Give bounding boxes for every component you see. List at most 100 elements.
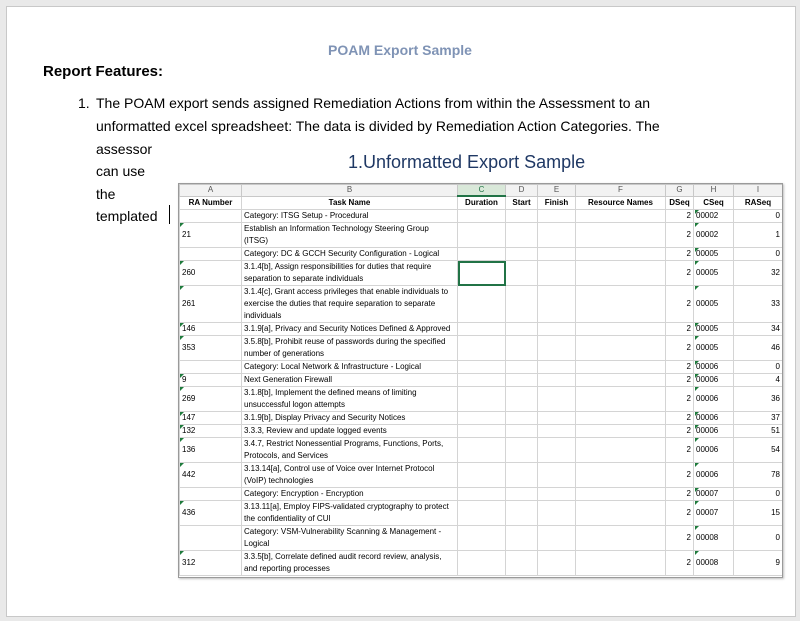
finish-cell[interactable] [537, 373, 576, 387]
duration-cell[interactable] [457, 500, 506, 526]
duration-cell[interactable] [457, 411, 506, 425]
resource-names-cell[interactable] [575, 222, 666, 248]
column-letter[interactable]: I [733, 184, 782, 197]
ra-number-cell[interactable]: 442 [179, 462, 242, 488]
ra-number-cell[interactable] [179, 209, 242, 223]
header-cell[interactable]: Start [505, 195, 538, 210]
start-cell[interactable] [505, 437, 538, 463]
header-cell[interactable]: Task Name [241, 195, 458, 210]
header-cell[interactable]: RASeq [733, 195, 782, 210]
finish-cell[interactable] [537, 550, 576, 576]
raseq-cell[interactable]: 4 [733, 373, 782, 387]
column-letter[interactable]: A [179, 184, 242, 197]
start-cell[interactable] [505, 285, 538, 323]
ra-number-cell[interactable]: 9 [179, 373, 242, 387]
start-cell[interactable] [505, 260, 538, 286]
finish-cell[interactable] [537, 487, 576, 501]
column-letter[interactable]: H [693, 184, 734, 197]
finish-cell[interactable] [537, 247, 576, 261]
finish-cell[interactable] [537, 209, 576, 223]
duration-cell[interactable] [457, 260, 506, 286]
resource-names-cell[interactable] [575, 335, 666, 361]
resource-names-cell[interactable] [575, 285, 666, 323]
cseq-cell[interactable]: 00007 [693, 500, 734, 526]
cseq-cell[interactable]: 00005 [693, 247, 734, 261]
resource-names-cell[interactable] [575, 247, 666, 261]
cseq-cell[interactable]: 00006 [693, 373, 734, 387]
duration-cell[interactable] [457, 487, 506, 501]
resource-names-cell[interactable] [575, 424, 666, 438]
dseq-cell[interactable]: 2 [665, 222, 694, 248]
raseq-cell[interactable]: 33 [733, 285, 782, 323]
task-name-cell[interactable]: Category: Local Network & Infrastructure… [241, 360, 458, 374]
resource-names-cell[interactable] [575, 322, 666, 336]
cseq-cell[interactable]: 00008 [693, 550, 734, 576]
dseq-cell[interactable]: 2 [665, 525, 694, 551]
cseq-cell[interactable]: 00002 [693, 222, 734, 248]
resource-names-cell[interactable] [575, 500, 666, 526]
start-cell[interactable] [505, 247, 538, 261]
task-name-cell[interactable]: 3.4.7, Restrict Nonessential Programs, F… [241, 437, 458, 463]
ra-number-cell[interactable] [179, 487, 242, 501]
raseq-cell[interactable]: 9 [733, 550, 782, 576]
ra-number-cell[interactable] [179, 525, 242, 551]
raseq-cell[interactable]: 1 [733, 222, 782, 248]
start-cell[interactable] [505, 411, 538, 425]
finish-cell[interactable] [537, 437, 576, 463]
cseq-cell[interactable]: 00008 [693, 525, 734, 551]
task-name-cell[interactable]: 3.3.3, Review and update logged events [241, 424, 458, 438]
resource-names-cell[interactable] [575, 209, 666, 223]
resource-names-cell[interactable] [575, 360, 666, 374]
resource-names-cell[interactable] [575, 462, 666, 488]
start-cell[interactable] [505, 386, 538, 412]
task-name-cell[interactable]: Next Generation Firewall [241, 373, 458, 387]
start-cell[interactable] [505, 525, 538, 551]
finish-cell[interactable] [537, 500, 576, 526]
raseq-cell[interactable]: 34 [733, 322, 782, 336]
finish-cell[interactable] [537, 424, 576, 438]
ra-number-cell[interactable]: 312 [179, 550, 242, 576]
dseq-cell[interactable]: 2 [665, 285, 694, 323]
task-name-cell[interactable]: 3.1.9[b], Display Privacy and Security N… [241, 411, 458, 425]
dseq-cell[interactable]: 2 [665, 411, 694, 425]
start-cell[interactable] [505, 322, 538, 336]
resource-names-cell[interactable] [575, 437, 666, 463]
raseq-cell[interactable]: 0 [733, 247, 782, 261]
ra-number-cell[interactable]: 21 [179, 222, 242, 248]
raseq-cell[interactable]: 54 [733, 437, 782, 463]
ra-number-cell[interactable]: 260 [179, 260, 242, 286]
resource-names-cell[interactable] [575, 386, 666, 412]
dseq-cell[interactable]: 2 [665, 322, 694, 336]
raseq-cell[interactable]: 32 [733, 260, 782, 286]
cseq-cell[interactable]: 00006 [693, 360, 734, 374]
raseq-cell[interactable]: 15 [733, 500, 782, 526]
duration-cell[interactable] [457, 360, 506, 374]
start-cell[interactable] [505, 360, 538, 374]
dseq-cell[interactable]: 2 [665, 247, 694, 261]
finish-cell[interactable] [537, 360, 576, 374]
ra-number-cell[interactable]: 132 [179, 424, 242, 438]
start-cell[interactable] [505, 462, 538, 488]
raseq-cell[interactable]: 51 [733, 424, 782, 438]
task-name-cell[interactable]: 3.13.14[a], Control use of Voice over In… [241, 462, 458, 488]
ra-number-cell[interactable]: 136 [179, 437, 242, 463]
finish-cell[interactable] [537, 386, 576, 412]
ra-number-cell[interactable]: 269 [179, 386, 242, 412]
duration-cell[interactable] [457, 322, 506, 336]
ra-number-cell[interactable]: 436 [179, 500, 242, 526]
cseq-cell[interactable]: 00006 [693, 424, 734, 438]
header-cell[interactable]: Finish [537, 195, 576, 210]
ra-number-cell[interactable]: 146 [179, 322, 242, 336]
finish-cell[interactable] [537, 525, 576, 551]
duration-cell[interactable] [457, 437, 506, 463]
task-name-cell[interactable]: 3.13.11[a], Employ FIPS-validated crypto… [241, 500, 458, 526]
duration-cell[interactable] [457, 525, 506, 551]
raseq-cell[interactable]: 36 [733, 386, 782, 412]
task-name-cell[interactable]: 3.5.8[b], Prohibit reuse of passwords du… [241, 335, 458, 361]
finish-cell[interactable] [537, 285, 576, 323]
dseq-cell[interactable]: 2 [665, 373, 694, 387]
column-letter[interactable]: G [665, 184, 694, 197]
finish-cell[interactable] [537, 322, 576, 336]
duration-cell[interactable] [457, 285, 506, 323]
column-letter[interactable]: C [457, 184, 506, 197]
